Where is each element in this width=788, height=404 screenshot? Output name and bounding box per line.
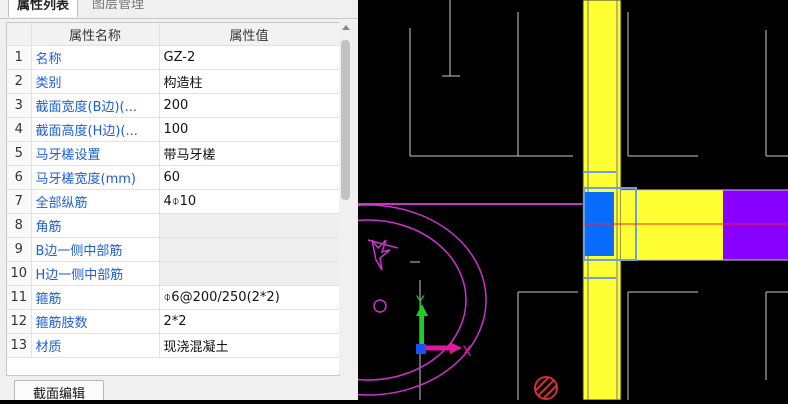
axis-x-label: X (462, 344, 472, 360)
row-number: 2 (7, 69, 32, 94)
property-grid: 属性名称 属性值 1 名称 GZ-2 2 类别 构造柱 3 截面宽度(B边)(... 200… (6, 22, 340, 376)
property-name: 角筋 (31, 213, 160, 238)
property-name: 截面高度(H边)(... (31, 117, 160, 142)
property-name: 材质 (31, 333, 160, 358)
property-name: 全部纵筋 (31, 189, 160, 214)
table-row[interactable]: 13 材质 现浇混凝土 (7, 333, 339, 358)
drawing-canvas[interactable]: Y X (249, 0, 788, 401)
property-name: 箍筋 (31, 285, 160, 310)
row-number: 6 (7, 165, 32, 190)
property-value[interactable]: 4⌽10 (159, 189, 339, 214)
property-value[interactable]: 100 (159, 117, 339, 142)
row-number: 5 (7, 141, 32, 166)
section-edit-button[interactable]: 截面编辑 (14, 380, 105, 400)
property-value[interactable] (159, 261, 339, 286)
table-row[interactable]: 2 类别 构造柱 (7, 69, 339, 94)
row-number: 3 (7, 93, 32, 118)
property-name: 名称 (31, 45, 160, 70)
header-number (7, 23, 32, 46)
property-value[interactable]: 现浇混凝土 (159, 333, 339, 358)
tab-properties[interactable]: 属性列表 (8, 0, 79, 17)
property-name: 马牙槎设置 (31, 141, 160, 166)
row-number: 1 (7, 45, 32, 70)
row-number: 10 (7, 261, 32, 286)
property-name: 截面宽度(B边)(... (31, 93, 160, 118)
table-row[interactable]: 8 角筋 (7, 213, 339, 238)
row-number: 9 (7, 237, 32, 262)
axis-y-label: Y (415, 294, 425, 310)
cad-drawing[interactable]: Y X (249, 0, 788, 401)
tab-layers[interactable]: 图层管理 (84, 0, 152, 16)
table-header-row: 属性名称 属性值 (7, 23, 339, 46)
header-property-value: 属性值 (159, 23, 339, 46)
property-value[interactable]: 60 (159, 165, 339, 190)
property-value[interactable]: 带马牙槎 (159, 141, 339, 166)
scroll-up-arrow-icon[interactable] (342, 25, 350, 30)
row-number: 7 (7, 189, 32, 214)
property-name: 箍筋肢数 (31, 309, 160, 334)
row-number: 12 (7, 309, 32, 334)
property-value[interactable] (159, 237, 339, 262)
row-number: 11 (7, 285, 32, 310)
property-name: B边一侧中部筋 (31, 237, 160, 262)
property-value[interactable] (159, 213, 339, 238)
table-row[interactable]: 7 全部纵筋 4⌽10 (7, 189, 339, 214)
property-name: 马牙槎宽度(mm) (31, 165, 160, 190)
table-row[interactable]: 1 名称 GZ-2 (7, 45, 339, 70)
table-row[interactable]: 9 B边一侧中部筋 (7, 237, 339, 262)
row-number: 13 (7, 333, 32, 358)
row-number: 4 (7, 117, 32, 142)
panel-tabs: 属性列表 图层管理 (0, 0, 358, 19)
properties-panel: 属性列表 图层管理 属性名称 属性值 1 名称 GZ-2 2 类别 构造柱 3 截面宽度(… (0, 0, 358, 400)
scrollbar-thumb[interactable] (341, 40, 350, 200)
property-table: 属性名称 属性值 1 名称 GZ-2 2 类别 构造柱 3 截面宽度(B边)(... 200… (7, 23, 339, 358)
property-value[interactable]: ⌽6@200/250(2*2) (159, 285, 339, 310)
row-number: 8 (7, 213, 32, 238)
axis-origin (416, 344, 426, 354)
property-name: 类别 (31, 69, 160, 94)
property-value[interactable]: 2*2 (159, 309, 339, 334)
property-value[interactable]: 构造柱 (159, 69, 339, 94)
table-row[interactable]: 4 截面高度(H边)(... 100 (7, 117, 339, 142)
table-row[interactable]: 6 马牙槎宽度(mm) 60 (7, 165, 339, 190)
header-property-name: 属性名称 (31, 23, 160, 46)
table-row[interactable]: 12 箍筋肢数 2*2 (7, 309, 339, 334)
property-name: H边一侧中部筋 (31, 261, 160, 286)
table-row[interactable]: 3 截面宽度(B边)(... 200 (7, 93, 339, 118)
purple-beam-end (723, 190, 788, 260)
table-row[interactable]: 11 箍筋 ⌽6@200/250(2*2) (7, 285, 339, 310)
table-row[interactable]: 10 H边一侧中部筋 (7, 261, 339, 286)
vertical-scrollbar[interactable] (339, 22, 353, 374)
table-row[interactable]: 5 马牙槎设置 带马牙槎 (7, 141, 339, 166)
hatched-circle (534, 376, 558, 400)
property-value[interactable]: GZ-2 (159, 45, 339, 70)
property-value[interactable]: 200 (159, 93, 339, 118)
